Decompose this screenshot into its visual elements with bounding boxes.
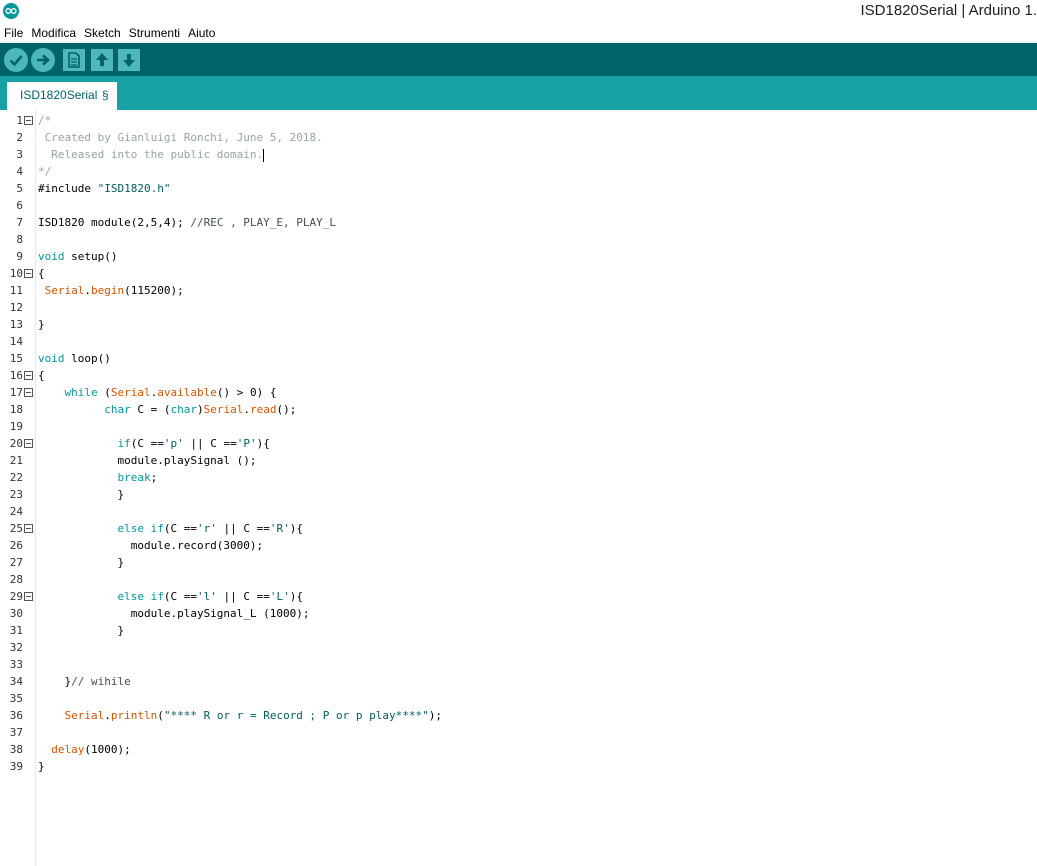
fold-toggle-icon[interactable] (24, 116, 33, 125)
code-line: /* (38, 114, 52, 127)
code-line: } (38, 556, 125, 569)
window-title: ISD1820Serial | Arduino 1. (860, 2, 1037, 19)
text-cursor (263, 148, 265, 162)
code-line: if(C =='p' || C =='P'){ (117, 437, 270, 450)
line-number: 21 (9, 454, 23, 467)
menu-bar: File Modifica Sketch Strumenti Aiuto (0, 23, 1037, 43)
code-line: { (38, 267, 45, 280)
fold-toggle-icon[interactable] (24, 592, 33, 601)
tab-modified-marker: § (102, 88, 109, 102)
line-number: 28 (9, 573, 23, 586)
line-number: 24 (9, 505, 23, 518)
code-line: */ (38, 165, 52, 178)
new-icon[interactable] (63, 49, 85, 71)
code-line: } (38, 760, 45, 773)
verify-icon[interactable] (4, 48, 28, 72)
line-number: 3 (16, 148, 23, 161)
menu-modifica[interactable]: Modifica (27, 23, 80, 43)
line-number: 8 (16, 233, 23, 246)
line-number: 16 (9, 369, 23, 382)
line-number: 34 (9, 675, 23, 688)
code-line: void loop() (38, 352, 111, 365)
code-line: } (38, 624, 125, 637)
line-number: 10 (9, 267, 23, 280)
line-number: 5 (16, 182, 23, 195)
line-number: 11 (9, 284, 23, 297)
line-number: 23 (9, 488, 23, 501)
line-number: 15 (9, 352, 23, 365)
code-line: else if(C =='l' || C =='L'){ (117, 590, 303, 603)
upload-icon[interactable] (31, 48, 55, 72)
line-number: 20 (9, 437, 23, 450)
line-number: 12 (9, 301, 23, 314)
code-line: void setup() (38, 250, 118, 263)
line-number: 35 (9, 692, 23, 705)
code-line: while (Serial.available() > 0) { (64, 386, 277, 399)
tab-isd1820serial[interactable]: ISD1820Serial § (7, 82, 117, 110)
code-editor[interactable]: 1 2 3 4 5 6 7 8 9 10 11 12 13 14 15 16 17 18 19 20 21 22 23 24 2… (0, 110, 1037, 866)
code-line: Created by Gianluigi Ronchi, June 5, 201… (38, 131, 323, 144)
line-number: 26 (9, 539, 23, 552)
code-line: module.playSignal_L (1000); (38, 607, 310, 620)
line-number: 7 (16, 216, 23, 229)
code-line: } (38, 488, 125, 501)
code-line: Serial.println("**** R or r = Record ; P… (64, 709, 443, 722)
fold-toggle-icon[interactable] (24, 439, 33, 448)
line-number: 13 (9, 318, 23, 331)
line-number: 33 (9, 658, 23, 671)
title-bar: ISD1820Serial | Arduino 1. (0, 0, 1037, 24)
line-number: 17 (9, 386, 23, 399)
code-line: #include "ISD1820.h" (38, 182, 171, 195)
menu-aiuto[interactable]: Aiuto (184, 23, 219, 43)
line-number: 29 (9, 590, 23, 603)
fold-toggle-icon[interactable] (24, 269, 33, 278)
line-number: 36 (9, 709, 23, 722)
menu-file[interactable]: File (0, 23, 27, 43)
save-icon[interactable] (118, 49, 140, 71)
tab-label: ISD1820Serial (20, 88, 98, 102)
code-line: break; (117, 471, 158, 484)
line-number: 18 (9, 403, 23, 416)
line-number: 9 (16, 250, 23, 263)
line-number: 37 (9, 726, 23, 739)
code-line: Serial.begin(115200); (44, 284, 184, 297)
gutter-divider (35, 110, 36, 866)
arduino-logo-icon (3, 3, 19, 19)
menu-strumenti[interactable]: Strumenti (125, 23, 184, 43)
line-number: 2 (16, 131, 23, 144)
fold-toggle-icon[interactable] (24, 524, 33, 533)
code-line: ISD1820 module(2,5,4); //REC , PLAY_E, P… (38, 216, 337, 229)
code-line: }// wihile (38, 675, 131, 688)
line-number: 22 (9, 471, 23, 484)
code-line: Released into the public domain. (38, 148, 265, 162)
line-number: 25 (9, 522, 23, 535)
line-number: 30 (9, 607, 23, 620)
line-number: 39 (9, 760, 23, 773)
toolbar (0, 43, 1037, 76)
code-line: } (38, 318, 45, 331)
line-number: 32 (9, 641, 23, 654)
line-number: 27 (9, 556, 23, 569)
tab-bar: ISD1820Serial § (0, 76, 1037, 110)
menu-sketch[interactable]: Sketch (80, 23, 125, 43)
line-number: 31 (9, 624, 23, 637)
fold-toggle-icon[interactable] (24, 371, 33, 380)
code-line: module.playSignal (); (38, 454, 257, 467)
open-icon[interactable] (91, 49, 113, 71)
line-number: 6 (16, 199, 23, 212)
line-number: 38 (9, 743, 23, 756)
line-number: 19 (9, 420, 23, 433)
code-line: { (38, 369, 45, 382)
line-number: 14 (9, 335, 23, 348)
code-line: delay(1000); (51, 743, 131, 756)
code-line: char C = (char)Serial.read(); (104, 403, 297, 416)
line-number: 4 (16, 165, 23, 178)
code-line: else if(C =='r' || C =='R'){ (117, 522, 303, 535)
line-number: 1 (16, 114, 23, 127)
fold-toggle-icon[interactable] (24, 388, 33, 397)
code-line: module.record(3000); (38, 539, 264, 552)
